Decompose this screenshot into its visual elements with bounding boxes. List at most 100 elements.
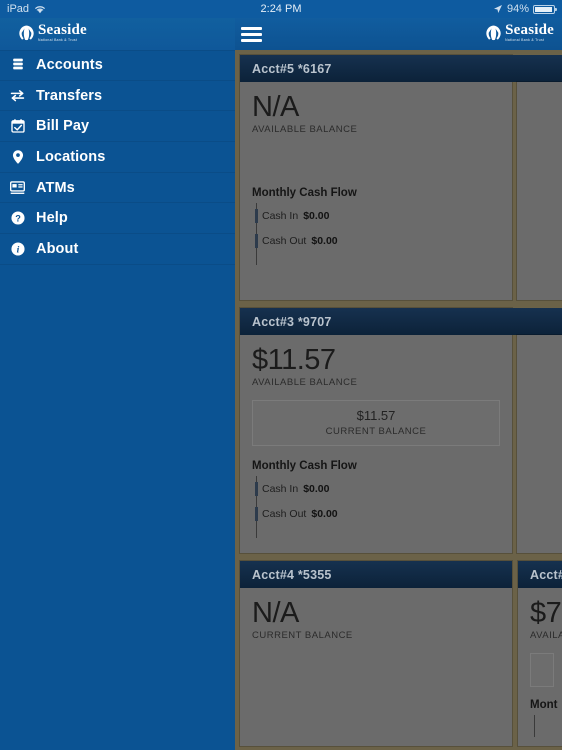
brand-logo-text-right: Seaside National Bank & Trust (505, 22, 554, 43)
sidebar-item-help[interactable]: ? Help (0, 203, 235, 235)
current-balance-label: CURRENT BALANCE (325, 426, 427, 438)
info-icon: i (9, 240, 26, 257)
status-bar-left: iPad (7, 3, 46, 15)
brand-logo-text-left: Seaside National Bank & Trust (38, 22, 87, 43)
brand-logo-left: Seaside National Bank & Trust (18, 23, 87, 42)
cash-out-label: Cash Out (262, 234, 307, 247)
battery-icon (533, 4, 557, 14)
sidebar-item-help-label: Help (36, 210, 68, 227)
account-card-header-overflow-2 (512, 308, 562, 335)
svg-text:?: ? (15, 214, 21, 224)
ipad-screen: iPad 2:24 PM 94% Seaside National Bank &… (0, 0, 562, 750)
monthly-cash-flow-section: Monthly Cash Flow Cash In $0.00 Cash Out… (252, 460, 500, 539)
account-card-header: Acct#3 *9707 (240, 308, 512, 335)
account-card-body: $11.57 AVAILABLE BALANCE $11.57 CURRENT … (240, 335, 512, 553)
hamburger-menu-icon[interactable] (241, 27, 262, 42)
brand-name-right: Seaside (505, 22, 554, 38)
cash-in-label: Cash In (262, 482, 299, 495)
transfers-icon (9, 87, 26, 104)
sidebar-item-transfers[interactable]: Transfers (0, 81, 235, 112)
available-balance-label: AVAILAB (530, 630, 562, 642)
brand-name-left: Seaside (38, 22, 87, 38)
account-card-header-overflow (512, 55, 562, 82)
cash-flow-axis (534, 715, 535, 738)
current-balance-amount: $11.57 (356, 408, 396, 424)
cash-in-value: $0.00 (303, 482, 330, 495)
account-card-title: Acct#5 *6167 (252, 61, 332, 76)
available-balance-label: AVAILABLE BALANCE (252, 124, 358, 136)
available-balance-amount: $7. (530, 597, 562, 629)
sidebar-item-locations[interactable]: Locations (0, 142, 235, 173)
account-card-title: Acct#4 *5355 (252, 567, 332, 582)
seashell-icon (18, 25, 35, 41)
calendar-check-icon (9, 118, 26, 135)
sidebar-navigation: Accounts Transfers Bill Pay Locations AT… (0, 50, 235, 750)
accounts-icon (9, 57, 26, 74)
monthly-cash-flow-title: Monthly Cash Flow (252, 460, 357, 473)
current-balance-label: CURRENT BALANCE (252, 630, 353, 642)
available-balance-amount: N/A (252, 91, 299, 123)
account-card[interactable]: Acct#5 *6167 N/A AVAILABLE BALANCE Month… (240, 55, 512, 300)
brand-logo-right: Seaside National Bank & Trust (485, 23, 554, 42)
cash-in-value: $0.00 (303, 209, 330, 222)
monthly-cash-flow-title: Monthly Cash Flow (252, 187, 357, 200)
brand-tagline-left: National Bank & Trust (38, 37, 78, 43)
cash-in-bar (255, 209, 258, 224)
wifi-icon (34, 4, 46, 14)
sidebar-item-accounts[interactable]: Accounts (0, 50, 235, 81)
account-card[interactable]: Acct#3 *9707 $11.57 AVAILABLE BALANCE $1… (240, 308, 512, 553)
cash-in-bar (255, 482, 258, 497)
account-card-title: Acct# (530, 567, 562, 582)
current-balance-box (530, 653, 554, 688)
cash-flow-row-in: Cash In $0.00 (252, 203, 500, 228)
monthly-cash-flow-title: Mont (530, 699, 558, 712)
sidebar-item-atms-label: ATMs (36, 179, 75, 196)
sidebar-item-about-label: About (36, 240, 79, 257)
account-card-header: Acct# (518, 561, 562, 588)
status-bar-right: 94% (493, 3, 557, 15)
account-card-body: N/A CURRENT BALANCE (240, 588, 512, 746)
cash-out-label: Cash Out (262, 507, 307, 520)
monthly-cash-flow-section: Mont (530, 699, 558, 738)
sidebar-item-bill-pay[interactable]: Bill Pay (0, 111, 235, 143)
cash-in-label: Cash In (262, 209, 299, 222)
ios-status-bar: iPad 2:24 PM 94% (0, 0, 562, 18)
account-card-body: N/A AVAILABLE BALANCE Monthly Cash Flow … (240, 82, 512, 300)
sidebar-item-atms[interactable]: ATMs (0, 173, 235, 204)
available-balance-amount: $11.57 (252, 344, 336, 376)
sidebar-item-about[interactable]: i About (0, 234, 235, 265)
map-pin-icon (9, 148, 26, 165)
question-mark-icon: ? (9, 210, 26, 227)
svg-text:i: i (16, 245, 19, 256)
sidebar-item-transfers-label: Transfers (36, 87, 103, 104)
cash-flow-row-out: Cash Out $0.00 (252, 228, 500, 253)
account-card-partial-right-middle[interactable] (517, 335, 562, 553)
atm-card-icon (9, 179, 26, 196)
account-card[interactable]: Acct#4 *5355 N/A CURRENT BALANCE (240, 561, 512, 746)
cash-out-value: $0.00 (311, 507, 338, 520)
seashell-icon-right (485, 25, 502, 41)
account-card-header: Acct#5 *6167 (240, 55, 512, 82)
cash-out-value: $0.00 (311, 234, 338, 247)
account-card-title: Acct#3 *9707 (252, 314, 332, 329)
battery-percent-label: 94% (506, 3, 529, 15)
sidebar-item-bill-pay-label: Bill Pay (36, 118, 90, 135)
cash-out-bar (255, 234, 258, 249)
status-bar-clock: 2:24 PM (260, 3, 302, 15)
sidebar-item-accounts-label: Accounts (36, 57, 103, 74)
account-card-partial-body (517, 82, 562, 273)
app-top-bar: Seaside National Bank & Trust Seaside Na… (0, 18, 562, 50)
account-card-partial-bottom-right[interactable]: Acct# $7. AVAILAB Mont (518, 561, 562, 746)
cash-flow-row-out: Cash Out $0.00 (252, 501, 500, 526)
cash-flow-row-in: Cash In $0.00 (252, 476, 500, 501)
account-card-partial-body (517, 335, 562, 526)
account-card-header: Acct#4 *5355 (240, 561, 512, 588)
location-arrow-icon (493, 4, 503, 14)
account-card-partial-right-top[interactable] (517, 82, 562, 300)
monthly-cash-flow-section: Monthly Cash Flow Cash In $0.00 Cash Out… (252, 187, 500, 266)
account-card-body: $7. AVAILAB Mont (518, 588, 562, 746)
cash-out-bar (255, 507, 258, 522)
sidebar-item-locations-label: Locations (36, 148, 106, 165)
device-name-label: iPad (7, 3, 30, 15)
available-balance-label: AVAILABLE BALANCE (252, 377, 358, 389)
